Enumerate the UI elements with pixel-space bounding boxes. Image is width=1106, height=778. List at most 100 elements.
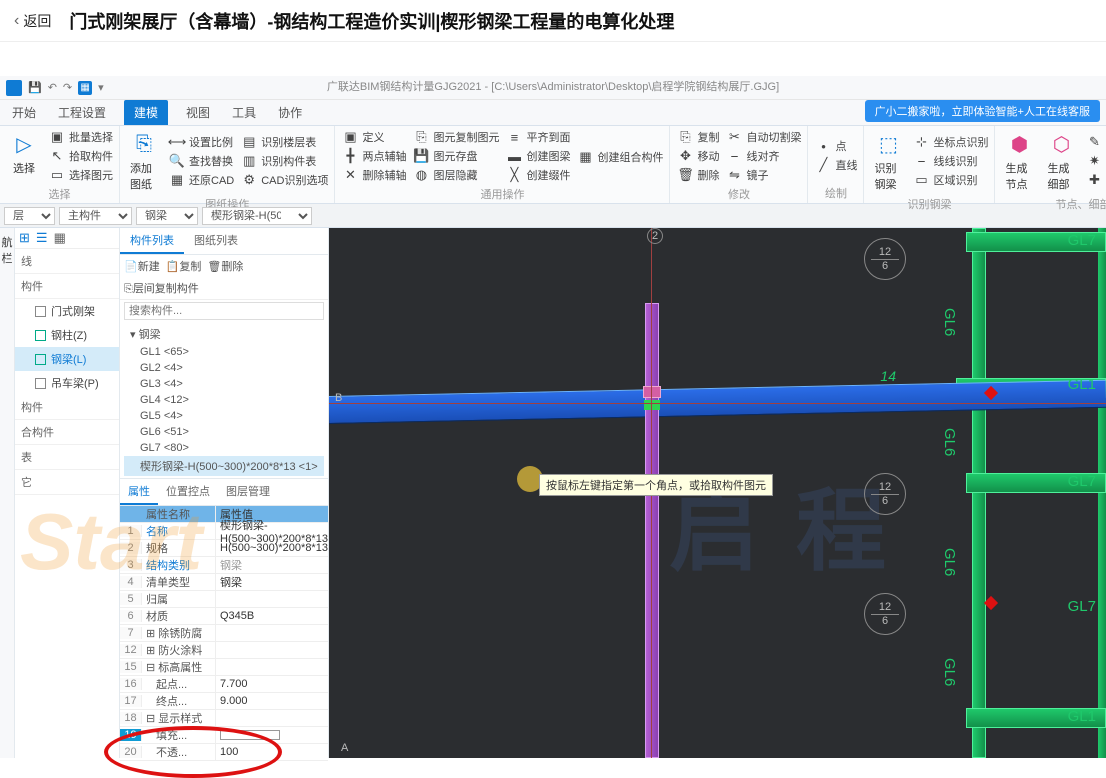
floor-copy-button[interactable]: ⎘层间复制构件 [124, 280, 199, 296]
sidebar-item-frame[interactable]: 门式刚架 [15, 299, 119, 323]
identify-beam-button[interactable]: ⬚识别钢梁 [870, 128, 906, 194]
sb-sec-member[interactable]: 构件 [15, 274, 119, 299]
find-replace[interactable]: 🔍查找替换 [168, 152, 234, 170]
create-lacing[interactable]: ╳创建缀件 [505, 166, 570, 184]
redo-icon[interactable]: ↷ [63, 81, 72, 94]
delete[interactable]: 🗑删除 [676, 166, 719, 184]
sb-sec-table[interactable]: 表 [15, 445, 119, 470]
tree-item[interactable]: GL5 <4> [124, 408, 324, 424]
back-button[interactable]: ‹ 返回 [14, 11, 51, 31]
tree-item[interactable]: GL3 <4> [124, 376, 324, 392]
identify-member[interactable]: ▥识别构件表 [240, 152, 328, 170]
tab-position[interactable]: 位置控点 [158, 479, 218, 505]
undo-icon[interactable]: ↶ [48, 81, 57, 94]
beam-select[interactable]: 钢梁 [136, 207, 198, 225]
edit-node[interactable]: ✎编辑节点细部/参数化 [1085, 133, 1106, 151]
coord-identify[interactable]: ⊹坐标点识别 [912, 133, 988, 151]
tab-model[interactable]: 建模 [124, 100, 168, 125]
define[interactable]: ▣定义 [341, 128, 406, 146]
tree-item[interactable]: GL7 <80> [124, 440, 324, 456]
tab-drawing-list[interactable]: 图纸列表 [184, 228, 248, 254]
line-identify[interactable]: ⎯线线识别 [912, 152, 988, 170]
del-axis[interactable]: ✕删除辅轴 [341, 166, 406, 184]
align-face[interactable]: ≡平齐到面 [505, 128, 570, 146]
move[interactable]: ✥移动 [676, 147, 719, 165]
line-align[interactable]: ⎯线对齐 [725, 147, 801, 165]
qat-more-icon[interactable]: ▾ [98, 81, 104, 94]
prop-row[interactable]: 3结构类别钢梁 [120, 557, 328, 574]
tab-layer-mgr[interactable]: 图层管理 [218, 479, 278, 505]
tree-item-selected[interactable]: 楔形钢梁-H(500~300)*200*8*13 <1> [124, 456, 324, 476]
select-elem[interactable]: ▭选择图元 [48, 166, 113, 184]
prop-row-start[interactable]: 16起点...7.700 [120, 676, 328, 693]
line[interactable]: ╱直线 [814, 156, 857, 174]
tab-start[interactable]: 开始 [8, 100, 40, 125]
layer-hide[interactable]: ◍图层隐藏 [412, 166, 499, 184]
prop-row[interactable]: 2规格H(500~300)*200*8*13 [120, 540, 328, 557]
add-drawing-button[interactable]: ⎘添加图纸 [126, 128, 162, 194]
sb-sec-line[interactable]: 线 [15, 249, 119, 274]
prop-row[interactable]: 5归属 [120, 591, 328, 608]
sb-sec-comp[interactable]: 构件 [15, 395, 119, 420]
tab-settings[interactable]: 工程设置 [54, 100, 110, 125]
drawing-canvas[interactable]: 启 程 2 B A 126 126 126 14 GL6 GL6 GL6 [329, 228, 1106, 758]
sb-expand-icon[interactable]: ⊞ [19, 230, 30, 246]
prop-row[interactable]: 7⊞ 除锈防腐 [120, 625, 328, 642]
prop-row-end[interactable]: 17终点...9.000 [120, 693, 328, 710]
sb-grid-icon[interactable]: ▦ [54, 230, 66, 246]
sidebar-item-beam[interactable]: 钢梁(L) [15, 347, 119, 371]
sb-sec-assy[interactable]: 合构件 [15, 420, 119, 445]
prop-row[interactable]: 1名称楔形钢梁-H(500~300)*200*8*13 [120, 523, 328, 540]
sidebar-item-column[interactable]: 钢柱(Z) [15, 323, 119, 347]
qat-sheet-icon[interactable]: ▦ [78, 81, 92, 95]
floor-select[interactable]: 层 [4, 207, 55, 225]
tab-properties[interactable]: 属性 [120, 479, 158, 505]
create-beam[interactable]: ▬创建图梁 [505, 147, 570, 165]
search-input[interactable] [124, 302, 324, 320]
gen-node-button[interactable]: ⬢生成节点 [1001, 128, 1037, 194]
sb-sec-other[interactable]: 它 [15, 470, 119, 495]
area-identify[interactable]: ▭区域识别 [912, 171, 988, 189]
tree-root[interactable]: ▾ 钢梁 [124, 324, 324, 344]
point[interactable]: •点 [814, 137, 857, 155]
gen-detail-button[interactable]: ⬡生成细部 [1043, 128, 1079, 194]
tab-component-list[interactable]: 构件列表 [120, 228, 184, 254]
new-button[interactable]: 📄新建 [124, 258, 160, 274]
tab-tools[interactable]: 工具 [228, 100, 260, 125]
select-button[interactable]: ▷选择 [6, 128, 42, 184]
prop-row[interactable]: 19填充... [120, 727, 328, 744]
prop-row[interactable]: 12⊞ 防火涂料 [120, 642, 328, 659]
two-point-axis[interactable]: ╋两点辅轴 [341, 147, 406, 165]
mirror[interactable]: ⇋镜子 [725, 166, 801, 184]
wedge-beam-select[interactable]: 楔形钢梁-H(500~ [202, 207, 312, 225]
set-scale[interactable]: ⟷设置比例 [168, 133, 234, 151]
tree-item[interactable]: GL6 <51> [124, 424, 324, 440]
tab-view[interactable]: 视图 [182, 100, 214, 125]
pick-member[interactable]: ↖拾取构件 [48, 147, 113, 165]
notice-banner[interactable]: 广小二搬家啦，立即体验智能+人工在线客服 [865, 100, 1100, 122]
batch-select[interactable]: ▣批量选择 [48, 128, 113, 146]
tree-item[interactable]: GL2 <4> [124, 360, 324, 376]
tree-item[interactable]: GL4 <12> [124, 392, 324, 408]
main-member-select[interactable]: 主构件 [59, 207, 132, 225]
tab-collab[interactable]: 协作 [274, 100, 306, 125]
prop-row[interactable]: 20不透...100 [120, 744, 328, 761]
cad-options[interactable]: ⚙CAD识别选项 [240, 171, 328, 189]
create-custom-node[interactable]: ✚创建自定义节点 [1085, 171, 1106, 189]
identify-floor[interactable]: ▤识别楼层表 [240, 133, 328, 151]
copy[interactable]: ⎘复制 [676, 128, 719, 146]
auto-cut[interactable]: ✂自动切割梁 [725, 128, 801, 146]
prop-row[interactable]: 15⊟ 标高属性 [120, 659, 328, 676]
explode-node[interactable]: ✷炸开节点细部/自定义 [1085, 152, 1106, 170]
sb-list-icon[interactable]: ☰ [36, 230, 48, 246]
save-icon[interactable]: 💾 [28, 81, 42, 94]
sidebar-item-crane[interactable]: 吊车梁(P) [15, 371, 119, 395]
delete-button[interactable]: 🗑删除 [207, 258, 243, 274]
prop-row[interactable]: 4清单类型钢梁 [120, 574, 328, 591]
copy-button[interactable]: 📋复制 [166, 258, 202, 274]
copy-elem[interactable]: ⎘图元复制图元 [412, 128, 499, 146]
restore-cad[interactable]: ▦还原CAD [168, 171, 234, 189]
create-assembly[interactable]: ▦创建组合构件 [576, 148, 663, 166]
tree-item[interactable]: GL1 <65> [124, 344, 324, 360]
prop-row[interactable]: 6材质Q345B [120, 608, 328, 625]
